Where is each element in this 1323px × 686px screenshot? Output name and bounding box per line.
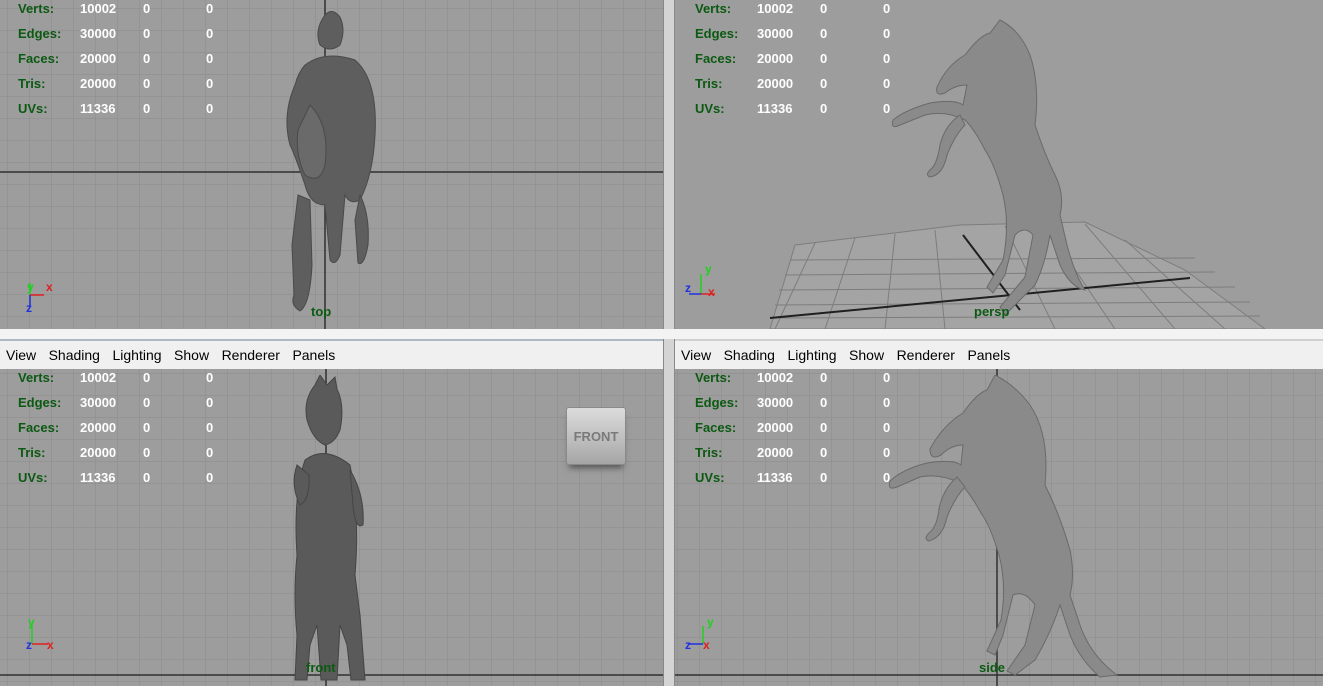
viewport-side[interactable]: View Shading Lighting Show Renderer Pane… [675, 339, 1323, 686]
panel-menubar: View Shading Lighting Show Renderer Pane… [675, 339, 1323, 369]
axis-gizmo-icon: y x z [26, 615, 54, 652]
svg-text:z: z [685, 638, 691, 652]
svg-text:y: y [28, 615, 35, 629]
viewport-persp[interactable]: Verts: 10002 0 0 Edges: 30000 0 0 Faces: 20000 0… [675, 0, 1323, 329]
pane-divider-horizontal[interactable] [0, 329, 1323, 339]
menu-show[interactable]: Show [174, 347, 209, 363]
hud-stats: Verts: 10002 0 0 Edges: 30000 0 0 Faces: 20000 0… [695, 370, 891, 485]
axis-gizmo-icon: y x z [685, 615, 714, 652]
menu-lighting[interactable]: Lighting [787, 347, 836, 363]
viewport-top-canvas[interactable]: Verts: 10002 0 0 Edges: 30000 0 0 Faces: 20000 0… [0, 0, 663, 329]
camera-label: front [306, 660, 336, 675]
menu-view[interactable]: View [6, 347, 36, 363]
hud-stats: Verts: 10002 0 0 Edges: 30000 0 0 Faces: 20000 0… [695, 1, 891, 116]
svg-text:y: y [707, 615, 714, 629]
menu-renderer[interactable]: Renderer [222, 347, 280, 363]
hud-stats: Verts: 10002 0 0 Edges: 30000 0 0 Faces: 20000 0… [18, 1, 214, 116]
svg-text:z: z [26, 301, 32, 315]
viewport-persp-canvas[interactable]: Verts: 10002 0 0 Edges: 30000 0 0 Faces: 20000 0… [675, 0, 1323, 329]
svg-text:x: x [47, 638, 54, 652]
menu-panels[interactable]: Panels [967, 347, 1010, 363]
horse-model[interactable] [885, 375, 1125, 680]
menu-view[interactable]: View [681, 347, 711, 363]
camera-label: side [979, 660, 1006, 675]
svg-text:y: y [705, 262, 712, 276]
pane-divider-vertical[interactable] [663, 0, 675, 686]
svg-text:x: x [46, 280, 53, 294]
menu-show[interactable]: Show [849, 347, 884, 363]
menu-shading[interactable]: Shading [724, 347, 775, 363]
menu-renderer[interactable]: Renderer [897, 347, 955, 363]
panel-menubar: View Shading Lighting Show Renderer Pane… [0, 339, 663, 369]
viewport-front[interactable]: View Shading Lighting Show Renderer Pane… [0, 339, 663, 686]
svg-text:y: y [27, 280, 34, 294]
viewport-side-canvas[interactable]: Verts: 10002 0 0 Edges: 30000 0 0 Faces: 20000 0… [675, 369, 1323, 686]
viewcube-icon[interactable]: FRONT [566, 407, 626, 465]
camera-label: top [311, 304, 332, 319]
viewport-front-canvas[interactable]: Verts: 10002 0 0 Edges: 30000 0 0 Faces: 20000 0… [0, 369, 663, 686]
hud-stats: Verts: 10002 0 0 Edges: 30000 0 0 Faces: 20000 0… [18, 370, 214, 485]
menu-shading[interactable]: Shading [49, 347, 100, 363]
viewcube-label: FRONT [573, 428, 619, 444]
svg-text:x: x [708, 285, 715, 299]
svg-text:x: x [703, 638, 710, 652]
axis-gizmo-icon: y x z [685, 262, 715, 299]
horse-model[interactable] [285, 375, 370, 685]
menu-panels[interactable]: Panels [292, 347, 335, 363]
viewport-top[interactable]: Verts: 10002 0 0 Edges: 30000 0 0 Faces: 20000 0… [0, 0, 663, 329]
horse-model[interactable] [885, 15, 1105, 315]
camera-label: persp [974, 304, 1010, 319]
menu-lighting[interactable]: Lighting [112, 347, 161, 363]
svg-text:z: z [26, 638, 32, 652]
horse-model[interactable] [270, 5, 385, 323]
axis-gizmo-icon: y x z [26, 280, 53, 315]
svg-text:z: z [685, 281, 691, 295]
